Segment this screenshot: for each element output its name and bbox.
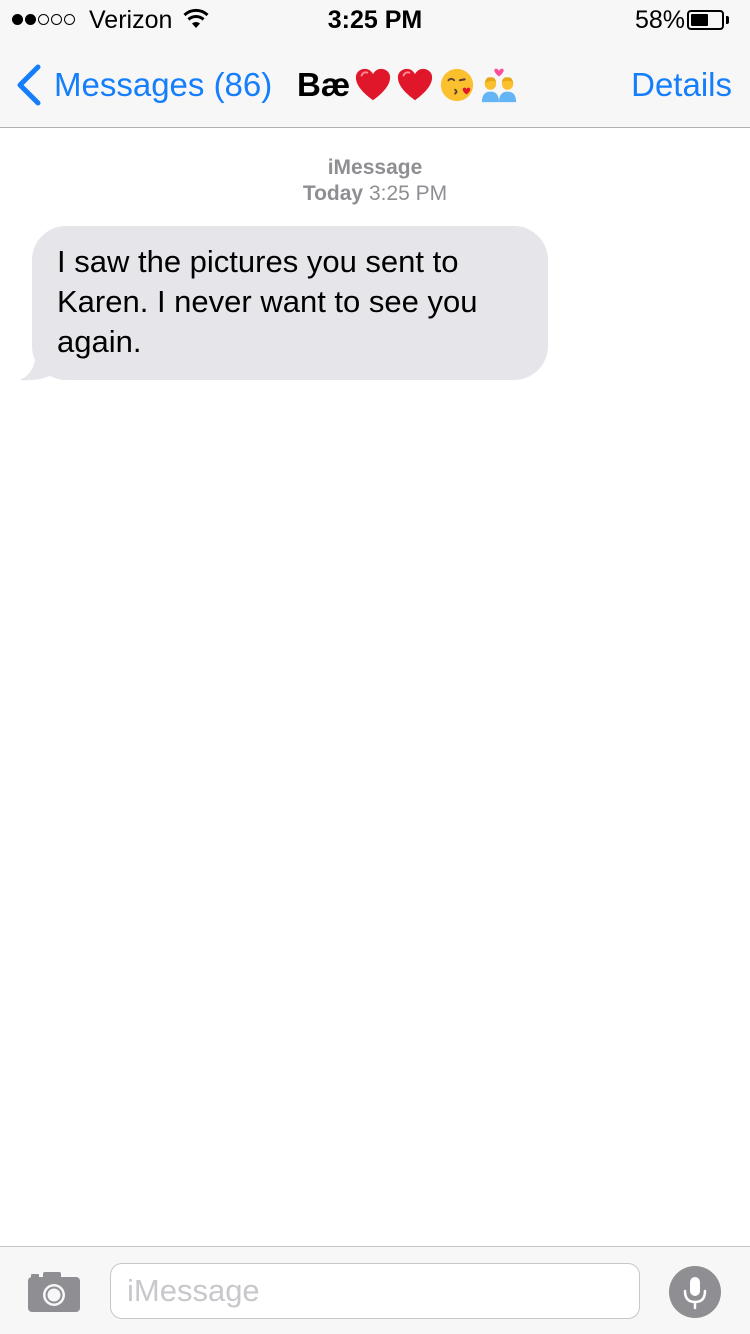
back-button-label: Messages (86) bbox=[54, 66, 273, 103]
details-button[interactable]: Details bbox=[631, 62, 732, 108]
service-label: iMessage bbox=[327, 156, 423, 179]
camera-icon[interactable] bbox=[27, 1271, 81, 1313]
chevron-left-icon bbox=[17, 64, 41, 106]
microphone-icon bbox=[683, 1277, 707, 1310]
message-row: I saw the pictures you sent to Karen. I … bbox=[20, 226, 548, 381]
contact-title[interactable]: Bæ bbox=[297, 62, 518, 108]
red-heart-icon bbox=[356, 68, 391, 101]
message-input[interactable] bbox=[110, 1263, 640, 1319]
dictation-button[interactable] bbox=[669, 1266, 721, 1318]
contact-name: Bæ bbox=[297, 66, 351, 103]
battery-level-fill bbox=[691, 14, 708, 26]
battery-percent: 58% bbox=[634, 6, 685, 34]
timestamp-day: Today bbox=[302, 182, 364, 205]
back-button[interactable]: Messages (86) bbox=[14, 62, 272, 108]
couple-with-heart-icon bbox=[482, 68, 517, 103]
incoming-message-bubble[interactable]: I saw the pictures you sent to Karen. I … bbox=[32, 226, 548, 380]
status-bar: Verizon 3:25 PM 58% bbox=[0, 0, 750, 40]
battery-icon bbox=[687, 10, 724, 30]
battery-tip bbox=[726, 16, 729, 24]
kissing-face-icon bbox=[441, 68, 474, 102]
red-heart-icon bbox=[398, 68, 433, 101]
timestamp-time: 3:25 PM bbox=[368, 182, 448, 205]
conversation-timestamp: iMessage Today 3:25 PM bbox=[0, 155, 750, 207]
timestamp-line: Today 3:25 PM bbox=[0, 181, 750, 207]
message-input-bar bbox=[0, 1246, 750, 1334]
navigation-bar: Messages (86) Bæ Details bbox=[0, 40, 750, 128]
